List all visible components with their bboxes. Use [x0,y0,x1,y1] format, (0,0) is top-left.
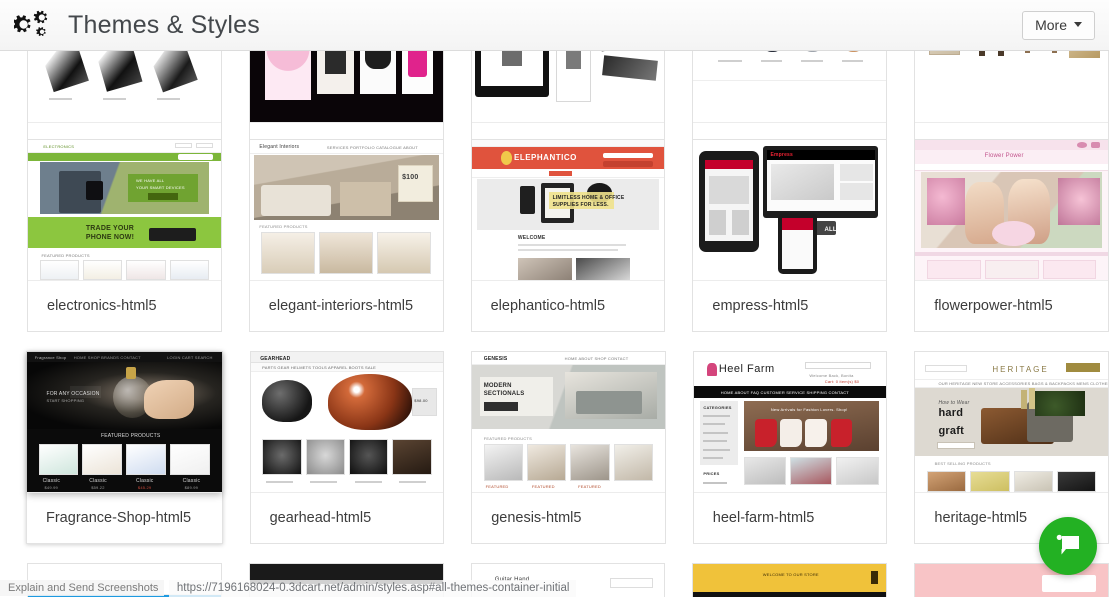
theme-card[interactable]: WELCOME TO OUR STORE LIQUOR SHOP HOME CA… [692,563,888,597]
theme-card[interactable]: Elegant Interiors SERVICES PORTFOLIO CAT… [248,139,444,332]
theme-card[interactable]: HERITAGE OUR HERITAGE NEW STORE ACCESSOR… [914,351,1109,544]
theme-thumbnail[interactable]: Guitar Hand [471,564,665,597]
theme-thumbnail[interactable]: Heel Farm Welcome Back, Bonita Cart: 0 i… [693,352,887,493]
theme-card-label: elephantico-html5 [490,298,606,314]
gears-icon [12,7,56,43]
theme-thumbnail[interactable]: ELEPHANTICO LIMITLESS HOME & OFFICE SUPP… [471,140,665,281]
theme-card-label: Fragrance-Shop-html5 [46,510,192,526]
theme-thumbnail[interactable] [693,51,887,123]
theme-grid-row: Fragrance Shop HOME SHOP BRANDS CONTACT … [0,351,1109,544]
theme-thumbnail[interactable]: Flower Power [915,140,1108,281]
theme-grid-row: Guitar Hand WELCOME TO OUR STORE LIQUOR … [0,563,1109,597]
theme-thumbnail[interactable]: HERITAGE OUR HERITAGE NEW STORE ACCESSOR… [915,352,1108,493]
theme-card[interactable]: ELECTRONICS WE HAVE ALL YOUR SMART DEVIC… [27,139,222,332]
theme-thumbnail[interactable]: GENESIS HOME ABOUT SHOP CONTACT MODERN S… [472,352,665,493]
theme-card-label: heel-farm-html5 [712,510,815,526]
theme-thumbnail[interactable]: Fragrance Shop HOME SHOP BRANDS CONTACT … [27,352,222,493]
theme-card-label: genesis-html5 [491,510,582,526]
theme-grid[interactable]: barber-html5 Bella Store bella-html5 bik… [0,51,1109,597]
theme-thumbnail[interactable]: Elegant Interiors SERVICES PORTFOLIO CAT… [249,140,443,281]
theme-card[interactable]: GENESIS HOME ABOUT SHOP CONTACT MODERN S… [471,351,666,544]
caret-down-icon [1074,22,1082,27]
theme-thumbnail[interactable] [28,51,221,123]
theme-grid-row: ELECTRONICS WE HAVE ALL YOUR SMART DEVIC… [0,139,1109,332]
theme-card[interactable]: Guitar Hand [470,563,666,597]
theme-card[interactable] [27,563,222,597]
theme-card[interactable]: ELEPHANTICO LIMITLESS HOME & OFFICE SUPP… [470,139,666,332]
theme-card[interactable] [248,563,444,597]
chat-bubble-icon [1053,530,1083,563]
theme-thumbnail[interactable] [915,51,1108,123]
theme-card[interactable]: Heel Farm Welcome Back, Bonita Cart: 0 i… [692,351,888,544]
theme-card[interactable]: Flower Power flowerpower-html5 [914,139,1109,332]
theme-thumbnail[interactable]: Bella Store [249,51,443,123]
theme-thumbnail[interactable]: ELECTRONICS WE HAVE ALL YOUR SMART DEVIC… [28,140,221,281]
theme-card-label: elegant-interiors-html5 [268,298,414,314]
theme-card-label: empress-html5 [712,298,809,314]
theme-card[interactable]: Fragrance Shop HOME SHOP BRANDS CONTACT … [26,351,223,544]
theme-thumbnail[interactable] [471,51,665,123]
theme-card-label: gearhead-html5 [269,510,372,526]
theme-thumbnail[interactable] [28,564,221,597]
chat-widget-button[interactable] [1039,517,1097,575]
header-actions: More [1022,10,1095,40]
theme-thumbnail[interactable]: GEARHEAD PARTS GEAR HELMETS TOOLS APPARE… [250,352,444,493]
theme-card[interactable]: GEARHEAD PARTS GEAR HELMETS TOOLS APPARE… [249,351,445,544]
more-button-label: More [1035,16,1067,33]
page-title: Themes & Styles [68,10,260,39]
theme-thumbnail[interactable]: Empress ALL NEW [693,140,887,281]
theme-card[interactable]: Empress ALL NEW empress-html5 [692,139,888,332]
theme-thumbnail[interactable]: WELCOME TO OUR STORE LIQUOR SHOP HOME CA… [693,564,887,597]
more-button[interactable]: More [1022,10,1095,40]
theme-card-label: flowerpower-html5 [934,298,1053,314]
theme-thumbnail[interactable] [249,564,443,597]
app-header: Themes & Styles More [0,0,1109,51]
theme-card-label: electronics-html5 [47,298,157,314]
